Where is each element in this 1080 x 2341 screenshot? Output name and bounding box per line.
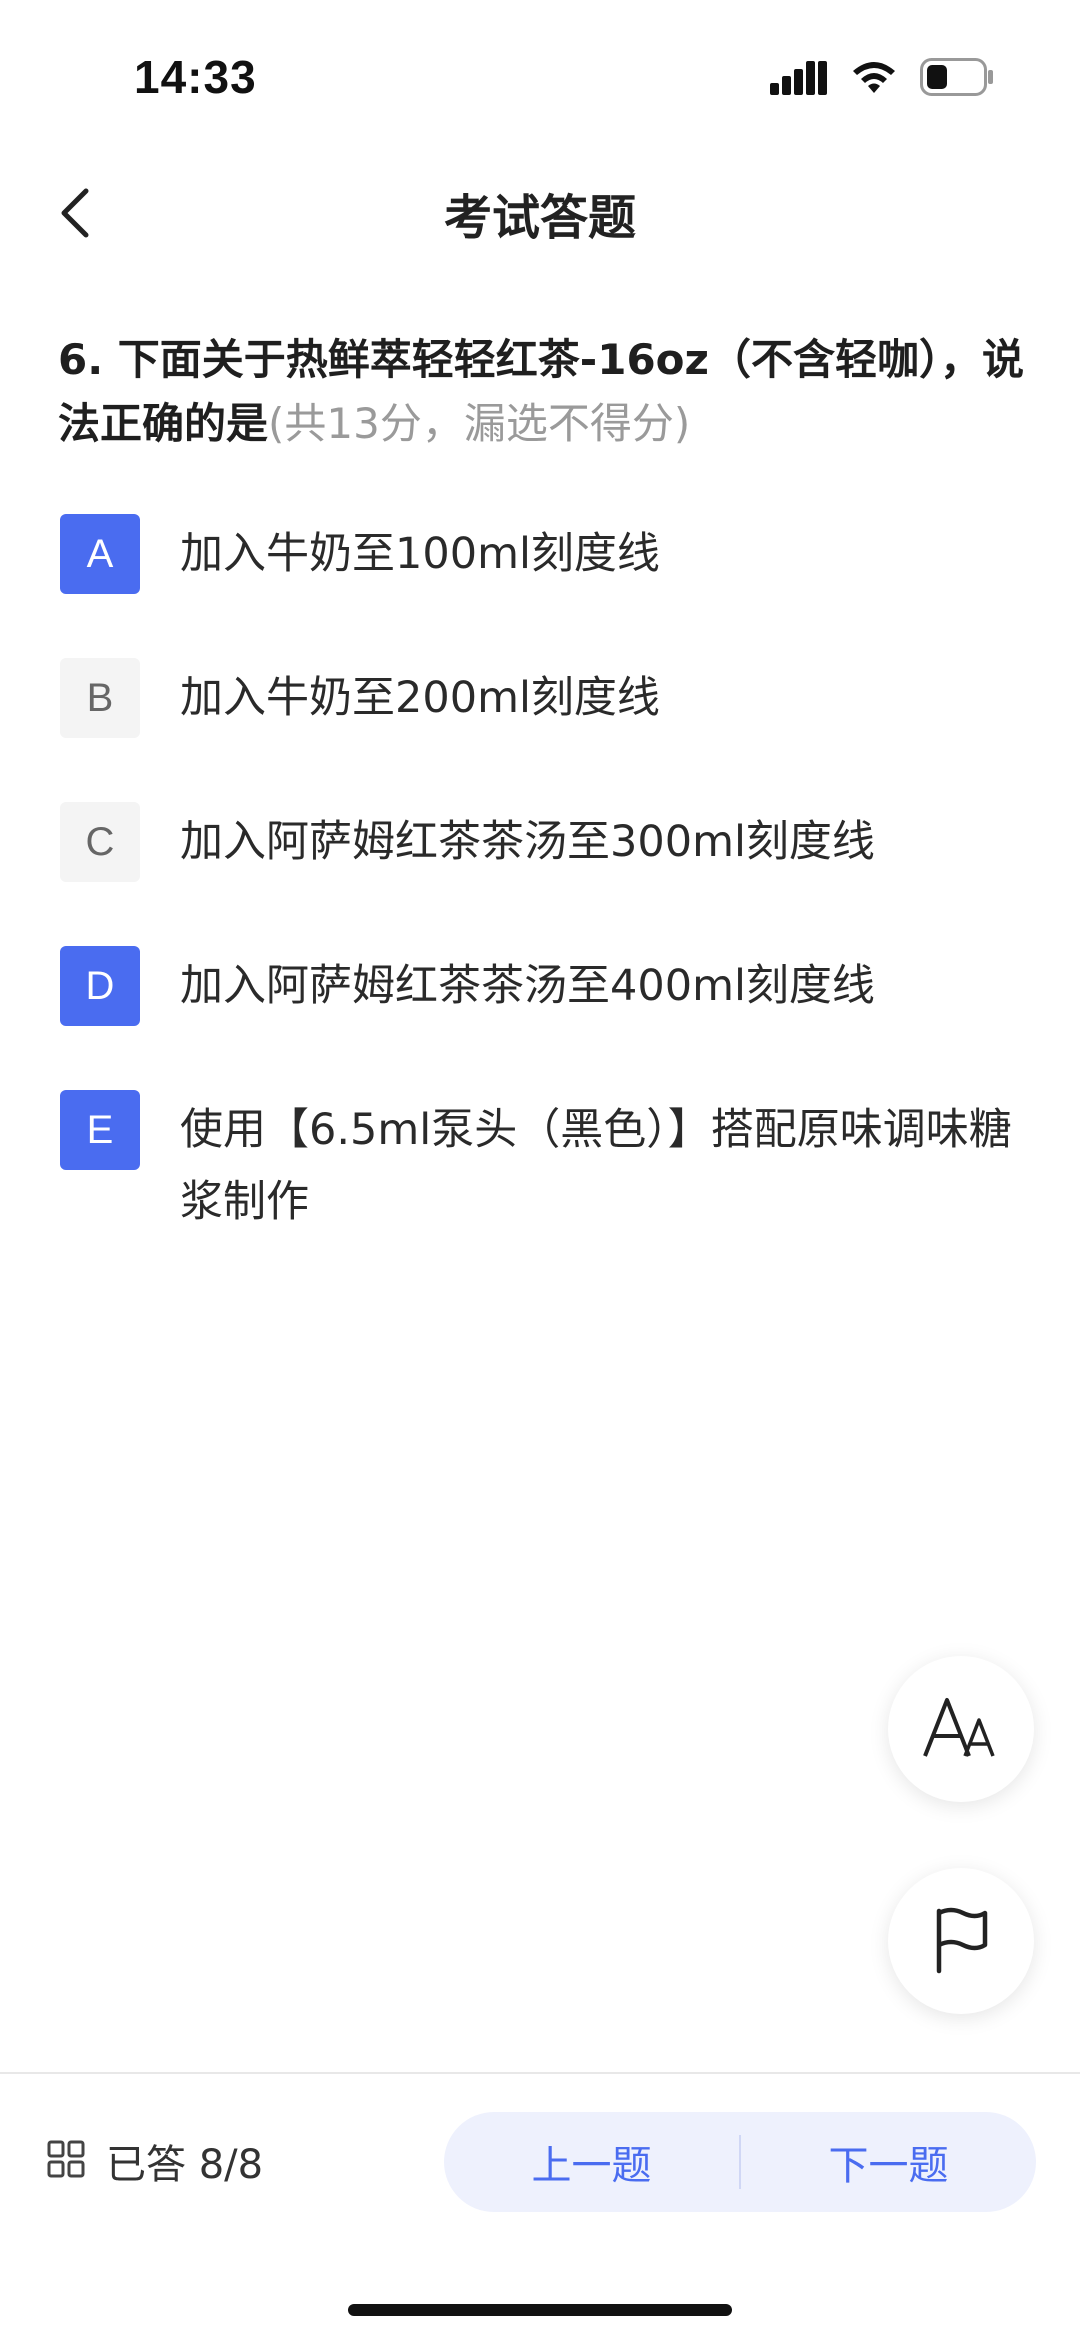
status-bar: 14:33 (0, 0, 1080, 150)
option-text: 加入阿萨姆红茶茶汤至400ml刻度线 (180, 961, 875, 1011)
option-d[interactable]: D 加入阿萨姆红茶茶汤至400ml刻度线 (60, 946, 1020, 1026)
font-size-icon (921, 1692, 1001, 1766)
answer-sheet-button[interactable]: 已答 8/8 (46, 2132, 263, 2190)
option-text: 加入阿萨姆红茶茶汤至300ml刻度线 (180, 817, 875, 867)
header: 考试答题 (0, 160, 1080, 260)
option-text: 使用【6.5ml泵头（黑色）】搭配原味调味糖浆制作 (180, 1105, 1012, 1227)
question-score-note: (共13分，漏选不得分) (268, 399, 691, 448)
status-time: 14:33 (134, 51, 257, 103)
flag-icon (929, 1903, 993, 1979)
question-text: 6. 下面关于热鲜萃轻轻红茶-16oz（不含轻咖），说法正确的是(共13分，漏选… (58, 328, 1028, 456)
font-size-button[interactable] (888, 1656, 1034, 1802)
answered-count: 已答 8/8 (106, 2142, 264, 2188)
wifi-icon (850, 59, 898, 99)
option-text: 加入牛奶至100ml刻度线 (180, 529, 660, 579)
status-icons (770, 58, 994, 100)
next-question-button[interactable]: 下一题 (741, 2133, 1036, 2191)
grid-icon (46, 2139, 86, 2183)
cellular-signal-icon (770, 59, 828, 99)
option-c[interactable]: C 加入阿萨姆红茶茶汤至300ml刻度线 (60, 802, 1020, 882)
prev-question-button[interactable]: 上一题 (444, 2133, 739, 2191)
bottom-divider (0, 2072, 1080, 2074)
option-text: 加入牛奶至200ml刻度线 (180, 673, 660, 723)
option-letter: C (60, 802, 140, 882)
option-letter: D (60, 946, 140, 1026)
home-indicator[interactable] (348, 2304, 732, 2316)
battery-icon (920, 58, 994, 100)
option-letter: B (60, 658, 140, 738)
option-letter: E (60, 1090, 140, 1170)
page-title: 考试答题 (443, 190, 636, 246)
option-letter: A (60, 514, 140, 594)
option-e[interactable]: E 使用【6.5ml泵头（黑色）】搭配原味调味糖浆制作 (60, 1090, 1020, 1238)
question-nav: 上一题 下一题 (444, 2112, 1036, 2212)
flag-button[interactable] (888, 1868, 1034, 2014)
option-b[interactable]: B 加入牛奶至200ml刻度线 (60, 658, 1020, 738)
option-a[interactable]: A 加入牛奶至100ml刻度线 (60, 514, 1020, 594)
